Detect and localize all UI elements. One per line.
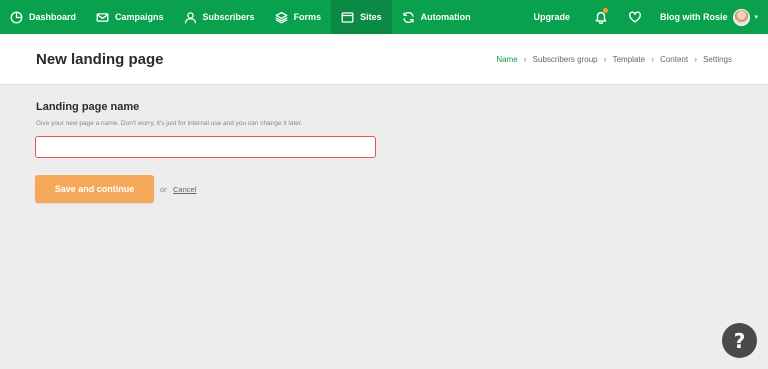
heart-icon: [629, 11, 641, 23]
account-menu[interactable]: Blog with Rosie ▾: [652, 8, 768, 26]
chevron-right-icon: ›: [603, 54, 607, 64]
breadcrumb-step-content[interactable]: Content: [660, 55, 688, 64]
chevron-right-icon: ›: [694, 54, 698, 64]
breadcrumb-step-name[interactable]: Name: [496, 55, 517, 64]
nav-item-sites[interactable]: Sites: [331, 0, 392, 34]
page-title: New landing page: [36, 51, 164, 68]
avatar: [733, 8, 751, 26]
dashboard-icon: [10, 11, 23, 23]
breadcrumb: Name › Subscribers group › Template › Co…: [496, 54, 732, 64]
nav-item-dashboard[interactable]: Dashboard: [0, 0, 86, 34]
user-icon: [184, 11, 196, 23]
breadcrumb-step-settings[interactable]: Settings: [703, 55, 732, 64]
nav-item-subscribers[interactable]: Subscribers: [174, 0, 265, 34]
layers-icon: [275, 11, 287, 23]
landing-page-name-input[interactable]: [35, 136, 376, 158]
breadcrumb-step-subscribers-group[interactable]: Subscribers group: [533, 55, 598, 64]
cancel-link[interactable]: Cancel: [173, 185, 196, 194]
account-name: Blog with Rosie: [659, 12, 728, 22]
top-navigation: Dashboard Campaigns Subscribers Forms Si…: [0, 0, 768, 34]
nav-item-automation[interactable]: Automation: [392, 0, 481, 34]
nav-item-label: Automation: [420, 12, 471, 22]
notification-dot: [602, 8, 608, 13]
envelope-icon: [96, 12, 109, 22]
browser-window-icon: [341, 11, 354, 23]
upgrade-link[interactable]: Upgrade: [519, 12, 584, 22]
nav-item-label: Campaigns: [115, 12, 164, 22]
page-header: New landing page Name › Subscribers grou…: [0, 34, 768, 85]
landing-page-name-help: Give your new page a name. Don't worry, …: [36, 120, 303, 127]
help-button[interactable]: ?: [722, 323, 757, 358]
chevron-down-icon: ▾: [754, 14, 758, 21]
nav-item-label: Subscribers: [202, 12, 255, 22]
landing-page-name-label: Landing page name: [36, 101, 140, 113]
save-and-continue-button[interactable]: Save and continue: [35, 175, 154, 203]
nav-item-campaigns[interactable]: Campaigns: [86, 0, 174, 34]
breadcrumb-step-template[interactable]: Template: [613, 55, 645, 64]
or-text: or: [160, 185, 167, 194]
chevron-right-icon: ›: [651, 54, 655, 64]
nav-item-label: Sites: [360, 12, 382, 22]
nav-item-forms[interactable]: Forms: [265, 0, 332, 34]
refresh-icon: [402, 11, 414, 23]
nav-item-label: Dashboard: [29, 12, 77, 22]
notifications-button[interactable]: [584, 0, 618, 34]
favorites-button[interactable]: [618, 0, 652, 34]
nav-item-label: Forms: [293, 12, 322, 22]
chevron-right-icon: ›: [523, 54, 527, 64]
nav-right: Upgrade Blog with Rosie ▾: [519, 0, 768, 34]
